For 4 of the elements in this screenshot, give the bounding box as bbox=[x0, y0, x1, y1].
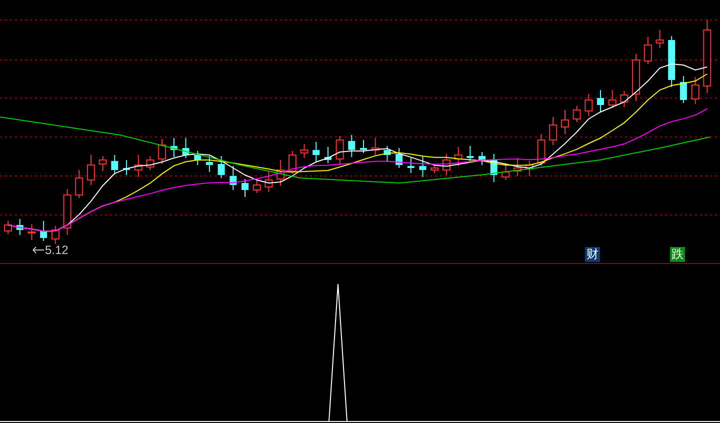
low-price-label: 5.12 bbox=[45, 243, 68, 257]
arrow-icon bbox=[32, 246, 44, 254]
signal-badge: 财 bbox=[585, 247, 600, 262]
signal-badge: 跌 bbox=[670, 247, 685, 262]
